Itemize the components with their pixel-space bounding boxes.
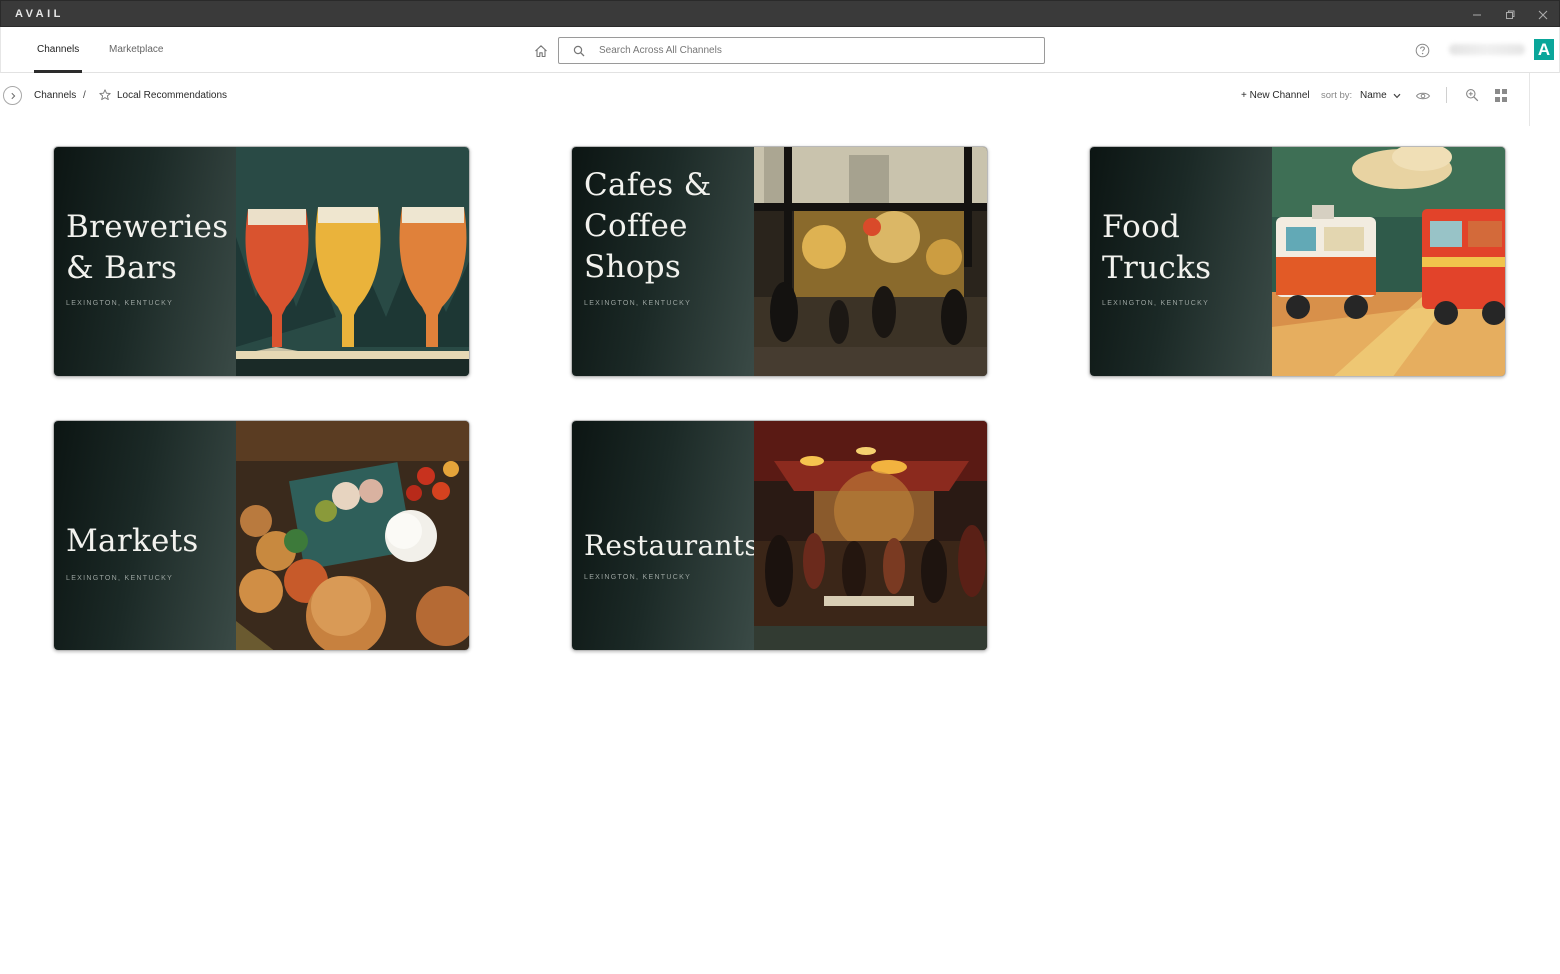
breadcrumb-channels-link[interactable]: Channels <box>34 90 76 101</box>
eye-icon[interactable] <box>1415 89 1431 103</box>
card-subtitle: LEXINGTON, KENTUCKY <box>584 574 692 581</box>
minimize-button[interactable] <box>1460 1 1493 28</box>
chevron-down-icon <box>1393 93 1401 98</box>
tab-marketplace[interactable]: Marketplace <box>109 27 163 72</box>
search-icon <box>573 45 585 57</box>
close-icon <box>1538 10 1547 19</box>
star-icon[interactable] <box>99 89 111 101</box>
title-bar: AVAIL <box>0 0 1560 27</box>
home-button[interactable] <box>531 41 551 61</box>
breadcrumb-bar: Channels / Local Recommendations + New C… <box>0 73 1530 126</box>
breadcrumb-separator: / <box>83 90 86 101</box>
channel-card-food-trucks[interactable]: Food Trucks LEXINGTON, KENTUCKY <box>1089 146 1506 377</box>
card-subtitle: LEXINGTON, KENTUCKY <box>66 575 174 582</box>
card-subtitle: LEXINGTON, KENTUCKY <box>1102 300 1210 307</box>
app-title: AVAIL <box>15 7 64 20</box>
breadcrumb-current: Local Recommendations <box>117 90 228 101</box>
channel-card-cafes[interactable]: Cafes & Coffee Shops LEXINGTON, KENTUCKY <box>571 146 988 377</box>
channel-card-restaurants[interactable]: Restaurants LEXINGTON, KENTUCKY <box>571 420 988 651</box>
card-image-market-produce <box>236 421 469 650</box>
card-image-food-trucks <box>1272 147 1505 376</box>
card-subtitle: LEXINGTON, KENTUCKY <box>66 300 174 307</box>
card-text-panel: Markets LEXINGTON, KENTUCKY <box>54 421 236 650</box>
card-text-panel: Cafes & Coffee Shops LEXINGTON, KENTUCKY <box>572 147 754 376</box>
toolbar-divider <box>1446 87 1447 103</box>
help-icon <box>1415 43 1429 57</box>
card-title: Restaurants <box>584 529 760 562</box>
restore-button[interactable] <box>1493 1 1526 28</box>
channel-card-breweries[interactable]: Breweries & Bars LEXINGTON, KENTUCKY <box>53 146 470 377</box>
sort-label: sort by: <box>1321 90 1353 101</box>
card-text-panel: Restaurants LEXINGTON, KENTUCKY <box>572 421 759 650</box>
help-button[interactable] <box>1413 41 1431 59</box>
card-title: Breweries & Bars <box>66 209 229 286</box>
home-icon <box>535 45 547 58</box>
sidebar-toggle-button[interactable] <box>3 86 22 105</box>
card-image-cafe-interior <box>754 147 987 376</box>
zoom-icon[interactable] <box>1465 88 1479 102</box>
sort-dropdown[interactable]: Name <box>1360 90 1401 101</box>
card-title: Food Trucks <box>1102 209 1212 286</box>
restore-icon <box>1505 10 1514 19</box>
user-name-blurred[interactable] <box>1449 44 1525 55</box>
sort-value: Name <box>1360 90 1387 101</box>
top-navigation: Channels Marketplace A <box>0 27 1560 73</box>
search-bar <box>558 37 1045 64</box>
card-title: Markets <box>66 523 199 559</box>
close-button[interactable] <box>1526 1 1559 28</box>
minimize-icon <box>1472 14 1481 15</box>
channel-card-markets[interactable]: Markets LEXINGTON, KENTUCKY <box>53 420 470 651</box>
card-title: Cafes & Coffee Shops <box>584 167 712 285</box>
avatar[interactable]: A <box>1534 39 1554 60</box>
chevron-right-icon <box>10 92 15 99</box>
tab-channels[interactable]: Channels <box>34 27 83 73</box>
card-subtitle: LEXINGTON, KENTUCKY <box>584 300 692 307</box>
card-image-restaurant-crowd <box>754 421 987 650</box>
card-image-beer-glasses <box>236 147 469 376</box>
card-text-panel: Food Trucks LEXINGTON, KENTUCKY <box>1090 147 1272 376</box>
window-controls <box>1460 1 1559 28</box>
grid-view-icon[interactable] <box>1495 89 1508 102</box>
search-input[interactable] <box>599 45 1019 56</box>
new-channel-button[interactable]: + New Channel <box>1241 90 1310 101</box>
card-text-panel: Breweries & Bars LEXINGTON, KENTUCKY <box>54 147 236 376</box>
